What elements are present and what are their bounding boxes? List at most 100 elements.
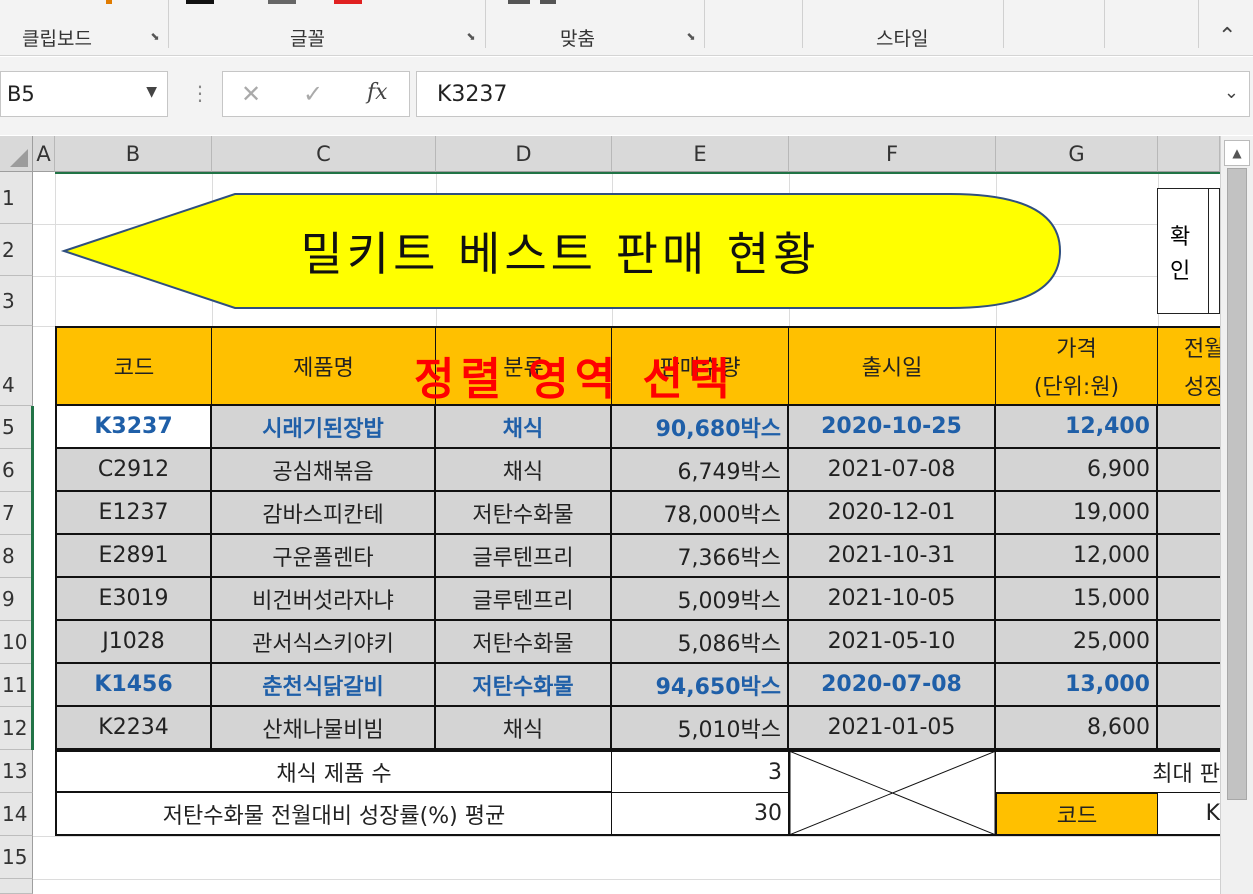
summary-label-vegan-count[interactable]: 채식 제품 수 [55, 750, 612, 793]
cell-date[interactable]: 2020-12-01 [789, 492, 996, 535]
cell-qty[interactable]: 94,650박스 [612, 664, 789, 707]
row-header-9[interactable]: 9 [0, 578, 33, 621]
cell-price[interactable]: 12,000 [996, 535, 1158, 578]
cell-growth[interactable] [1158, 707, 1220, 750]
row-header-12[interactable]: 12 [0, 707, 33, 750]
col-header-g[interactable]: G [996, 136, 1158, 172]
cell-price[interactable]: 15,000 [996, 578, 1158, 621]
cell-date[interactable]: 2021-10-31 [789, 535, 996, 578]
cell-category[interactable]: 저탄수화물 [436, 664, 612, 707]
cell-growth[interactable] [1158, 449, 1220, 492]
cell-date[interactable]: 2021-05-10 [789, 621, 996, 664]
th-name[interactable]: 제품명 [212, 326, 436, 406]
col-header-d[interactable]: D [436, 136, 612, 172]
cell-category[interactable]: 채식 [436, 707, 612, 750]
summary-value-vegan-count[interactable]: 3 [612, 750, 789, 793]
cell-code[interactable]: K3237 [55, 406, 212, 449]
row-header-3[interactable]: 3 [0, 276, 33, 326]
th-growth[interactable]: 전월 성장 [1158, 326, 1220, 406]
cell-growth[interactable] [1158, 621, 1220, 664]
summary-value-lowcarb-avg[interactable]: 30 [612, 793, 789, 836]
formula-input[interactable]: K3237 ⌄ [416, 71, 1250, 117]
name-box-dropdown-icon[interactable]: ▼ [146, 84, 157, 100]
cell-price[interactable]: 13,000 [996, 664, 1158, 707]
cell-code[interactable]: E1237 [55, 492, 212, 535]
cell-name[interactable]: 비건버섯라자냐 [212, 578, 436, 621]
enter-icon[interactable]: ✓ [303, 80, 323, 108]
cell-qty[interactable]: 78,000박스 [612, 492, 789, 535]
cell-name[interactable]: 관서식스키야키 [212, 621, 436, 664]
row-header-2[interactable]: 2 [0, 224, 33, 276]
alignment-launcher-icon[interactable]: ⬊ [684, 30, 698, 44]
cell-qty[interactable]: 6,749박스 [612, 449, 789, 492]
row-header-13[interactable]: 13 [0, 750, 33, 793]
cell-qty[interactable]: 7,366박스 [612, 535, 789, 578]
cell-date[interactable]: 2021-10-05 [789, 578, 996, 621]
cell-growth[interactable] [1158, 535, 1220, 578]
clipboard-launcher-icon[interactable]: ⬊ [148, 30, 162, 44]
collapse-ribbon-icon[interactable]: ⌃ [1218, 24, 1236, 49]
row-header-16[interactable] [0, 879, 33, 894]
cell-price[interactable]: 12,400 [996, 406, 1158, 449]
max-code-value[interactable]: K [1158, 793, 1220, 836]
cell-growth[interactable] [1158, 492, 1220, 535]
col-header-f[interactable]: F [789, 136, 996, 172]
cell-category[interactable]: 저탄수화물 [436, 492, 612, 535]
row-header-5[interactable]: 5 [0, 406, 33, 449]
row-header-4[interactable]: 4 [0, 326, 33, 406]
col-header-h[interactable] [1158, 136, 1220, 172]
cell-growth[interactable] [1158, 578, 1220, 621]
cell-growth[interactable] [1158, 406, 1220, 449]
col-header-a[interactable]: A [33, 136, 55, 172]
summary-label-lowcarb-avg[interactable]: 저탄수화물 전월대비 성장률(%) 평균 [55, 793, 612, 836]
row-header-15[interactable]: 15 [0, 836, 33, 879]
cell-price[interactable]: 19,000 [996, 492, 1158, 535]
font-launcher-icon[interactable]: ⬊ [464, 30, 478, 44]
cancel-icon[interactable]: ✕ [241, 80, 261, 108]
col-header-b[interactable]: B [55, 136, 212, 172]
cell-date[interactable]: 2020-07-08 [789, 664, 996, 707]
row-header-6[interactable]: 6 [0, 449, 33, 492]
cell-code[interactable]: E2891 [55, 535, 212, 578]
cell-name[interactable]: 감바스피칸테 [212, 492, 436, 535]
cell-category[interactable]: 저탄수화물 [436, 621, 612, 664]
row-header-7[interactable]: 7 [0, 492, 33, 535]
cell-qty[interactable]: 5,086박스 [612, 621, 789, 664]
cell-category[interactable]: 글루텐프리 [436, 578, 612, 621]
scroll-thumb[interactable] [1227, 168, 1247, 800]
cell-code[interactable]: C2912 [55, 449, 212, 492]
expand-formula-icon[interactable]: ⌄ [1224, 82, 1239, 103]
cell-name[interactable]: 구운폴렌타 [212, 535, 436, 578]
cell-price[interactable]: 25,000 [996, 621, 1158, 664]
crossed-out-cell[interactable] [789, 750, 996, 836]
cell-date[interactable]: 2021-01-05 [789, 707, 996, 750]
name-box[interactable]: B5 ▼ [0, 71, 168, 117]
cell-category[interactable]: 채식 [436, 449, 612, 492]
cell-name[interactable]: 춘천식닭갈비 [212, 664, 436, 707]
cell-date[interactable]: 2020-10-25 [789, 406, 996, 449]
row-header-11[interactable]: 11 [0, 664, 33, 707]
scroll-up-icon[interactable]: ▲ [1224, 140, 1250, 166]
col-header-e[interactable]: E [612, 136, 789, 172]
row-header-14[interactable]: 14 [0, 793, 33, 836]
vertical-scrollbar[interactable]: ▲ [1220, 136, 1253, 894]
cell-code[interactable]: J1028 [55, 621, 212, 664]
row-header-8[interactable]: 8 [0, 535, 33, 578]
cell-qty[interactable]: 5,009박스 [612, 578, 789, 621]
cell-price[interactable]: 6,900 [996, 449, 1158, 492]
row-header-10[interactable]: 10 [0, 621, 33, 664]
cell-category[interactable]: 채식 [436, 406, 612, 449]
cell-growth[interactable] [1158, 664, 1220, 707]
th-code[interactable]: 코드 [55, 326, 212, 406]
col-header-c[interactable]: C [212, 136, 436, 172]
cell-code[interactable]: K1456 [55, 664, 212, 707]
cell-qty[interactable]: 90,680박스 [612, 406, 789, 449]
cell-qty[interactable]: 5,010박스 [612, 707, 789, 750]
th-price[interactable]: 가격 (단위:원) [996, 326, 1158, 406]
cell-code[interactable]: E3019 [55, 578, 212, 621]
cell-date[interactable]: 2021-07-08 [789, 449, 996, 492]
max-sales-label[interactable]: 최대 판 [996, 750, 1220, 793]
cell-name[interactable]: 공심채볶음 [212, 449, 436, 492]
select-all-corner[interactable] [0, 136, 33, 172]
cell-name[interactable]: 산채나물비빔 [212, 707, 436, 750]
